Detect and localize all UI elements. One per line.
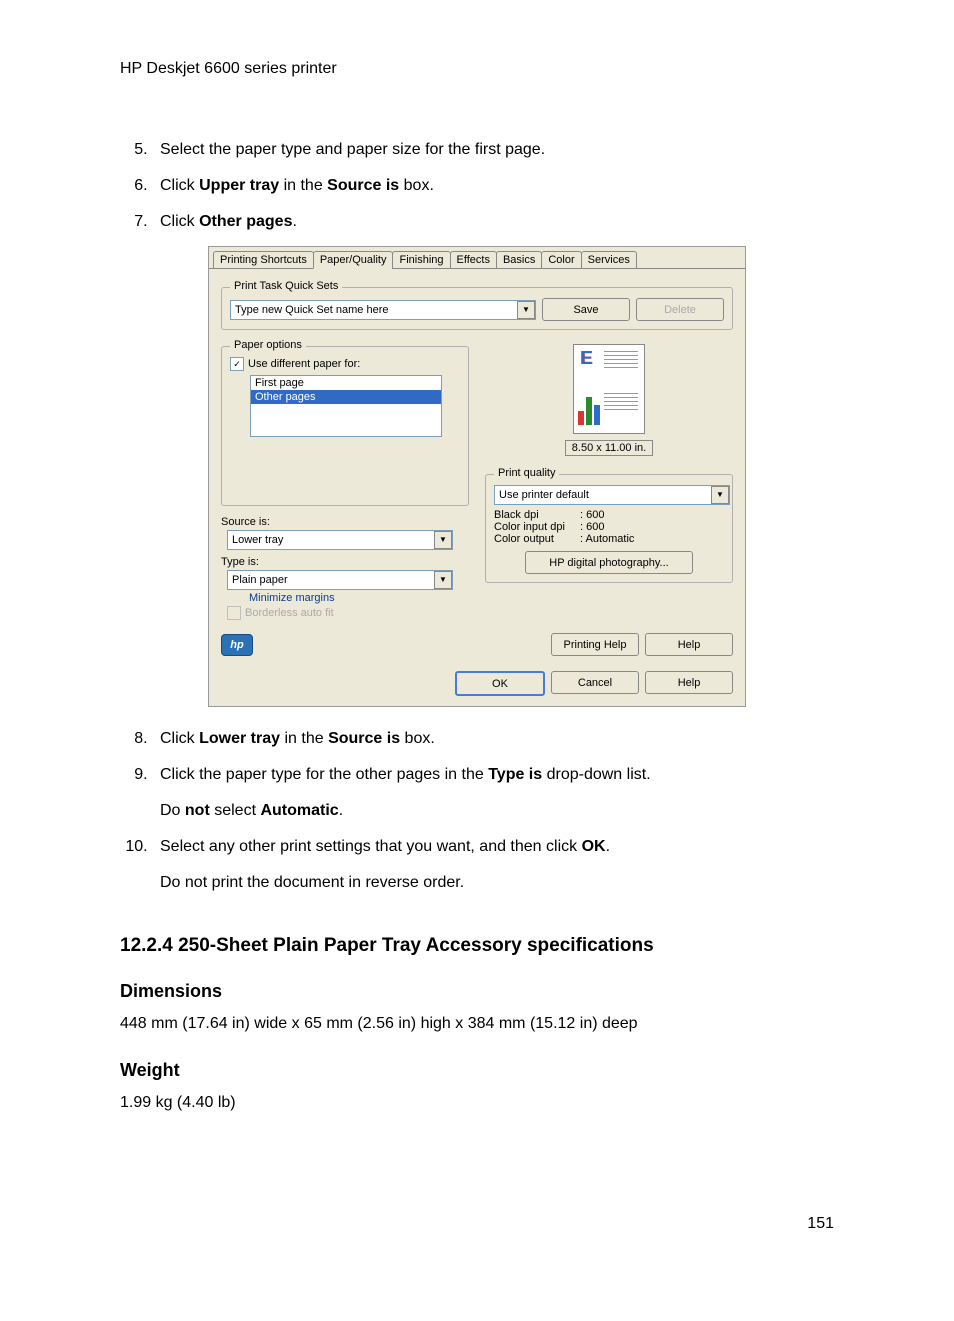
step-8: Click Lower tray in the Source is box. [152, 727, 834, 751]
dimensions-heading: Dimensions [120, 981, 834, 1002]
chevron-down-icon[interactable]: ▼ [517, 301, 535, 319]
group-print-quality: Print quality Use printer default ▼ Blac… [485, 474, 733, 583]
delete-button: Delete [636, 298, 724, 321]
group-quick-sets: Print Task Quick Sets Type new Quick Set… [221, 287, 733, 330]
instruction-steps-1: Select the paper type and paper size for… [120, 138, 834, 234]
checkbox-checked-icon: ✓ [230, 357, 244, 371]
weight-heading: Weight [120, 1060, 834, 1081]
borderless-auto-fit-checkbox: Borderless auto fit [227, 606, 334, 620]
group-paper-options: Paper options ✓ Use different paper for:… [221, 346, 469, 506]
print-quality-combo[interactable]: Use printer default ▼ [494, 485, 730, 505]
color-output-label: Color output [494, 533, 580, 545]
type-is-combo[interactable]: Plain paper ▼ [227, 570, 453, 590]
help-button[interactable]: Help [645, 671, 733, 694]
hp-digital-photography-button[interactable]: HP digital photography... [525, 551, 693, 574]
preview-letter-icon: E [580, 349, 592, 367]
weight-text: 1.99 kg (4.40 lb) [120, 1091, 834, 1115]
type-is-section: Type is: Plain paper ▼ Minimize margins … [221, 556, 469, 623]
group-title-quick-sets: Print Task Quick Sets [230, 280, 342, 292]
page-number: 151 [120, 1215, 834, 1233]
group-title-print-quality: Print quality [494, 467, 559, 479]
step-9: Click the paper type for the other pages… [152, 763, 834, 823]
minimize-margins-link[interactable]: Minimize margins [249, 592, 469, 604]
black-dpi-value: : 600 [580, 509, 604, 521]
quickset-name-text: Type new Quick Set name here [235, 304, 388, 316]
dialog-screenshot: Printing Shortcuts Paper/Quality Finishi… [120, 246, 834, 707]
paper-pages-listbox[interactable]: First page Other pages [250, 375, 442, 437]
black-dpi-label: Black dpi [494, 509, 580, 521]
type-is-value: Plain paper [232, 574, 288, 586]
checkbox-disabled-icon [227, 606, 241, 620]
instruction-steps-2: Click Lower tray in the Source is box. C… [120, 727, 834, 895]
tab-services[interactable]: Services [581, 251, 637, 269]
chevron-down-icon[interactable]: ▼ [434, 531, 452, 549]
use-different-paper-checkbox[interactable]: ✓ Use different paper for: [230, 357, 360, 371]
source-is-section: Source is: Lower tray ▼ [221, 516, 469, 550]
print-properties-dialog: Printing Shortcuts Paper/Quality Finishi… [208, 246, 746, 707]
quickset-name-combo[interactable]: Type new Quick Set name here ▼ [230, 300, 536, 320]
section-heading: 12.2.4 250-Sheet Plain Paper Tray Access… [120, 935, 834, 957]
color-input-dpi-value: : 600 [580, 521, 604, 533]
source-is-value: Lower tray [232, 534, 283, 546]
borderless-auto-fit-label: Borderless auto fit [245, 607, 334, 619]
dialog-tabstrip: Printing Shortcuts Paper/Quality Finishi… [209, 247, 745, 269]
tab-effects[interactable]: Effects [450, 251, 497, 269]
use-different-paper-label: Use different paper for: [248, 358, 360, 370]
color-output-value: : Automatic [580, 533, 634, 545]
tab-printing-shortcuts[interactable]: Printing Shortcuts [213, 251, 314, 269]
save-button[interactable]: Save [542, 298, 630, 321]
step-6: Click Upper tray in the Source is box. [152, 174, 834, 198]
step-7: Click Other pages. [152, 210, 834, 234]
group-title-paper-options: Paper options [230, 339, 306, 351]
chevron-down-icon[interactable]: ▼ [434, 571, 452, 589]
tab-finishing[interactable]: Finishing [392, 251, 450, 269]
step-10: Select any other print settings that you… [152, 835, 834, 895]
color-input-dpi-label: Color input dpi [494, 521, 580, 533]
source-is-combo[interactable]: Lower tray ▼ [227, 530, 453, 550]
source-is-label: Source is: [221, 516, 469, 528]
dimensions-text: 448 mm (17.64 in) wide x 65 mm (2.56 in)… [120, 1012, 834, 1036]
preview-bars-icon [578, 389, 600, 425]
step-5: Select the paper type and paper size for… [152, 138, 834, 162]
tab-color[interactable]: Color [541, 251, 581, 269]
tab-basics[interactable]: Basics [496, 251, 542, 269]
paper-dimension-badge: 8.50 x 11.00 in. [565, 440, 653, 456]
tab-paper-quality[interactable]: Paper/Quality [313, 251, 394, 269]
document-header: HP Deskjet 6600 series printer [120, 60, 834, 78]
ok-button[interactable]: OK [455, 671, 545, 696]
help-button-inline[interactable]: Help [645, 633, 733, 656]
chevron-down-icon[interactable]: ▼ [711, 486, 729, 504]
printing-help-button[interactable]: Printing Help [551, 633, 639, 656]
print-quality-value: Use printer default [499, 489, 589, 501]
page-preview: E [573, 344, 645, 434]
cancel-button[interactable]: Cancel [551, 671, 639, 694]
hp-logo-icon: hp [221, 634, 253, 656]
type-is-label: Type is: [221, 556, 469, 568]
list-item-other-pages[interactable]: Other pages [251, 390, 441, 404]
list-item-first-page[interactable]: First page [251, 376, 441, 390]
